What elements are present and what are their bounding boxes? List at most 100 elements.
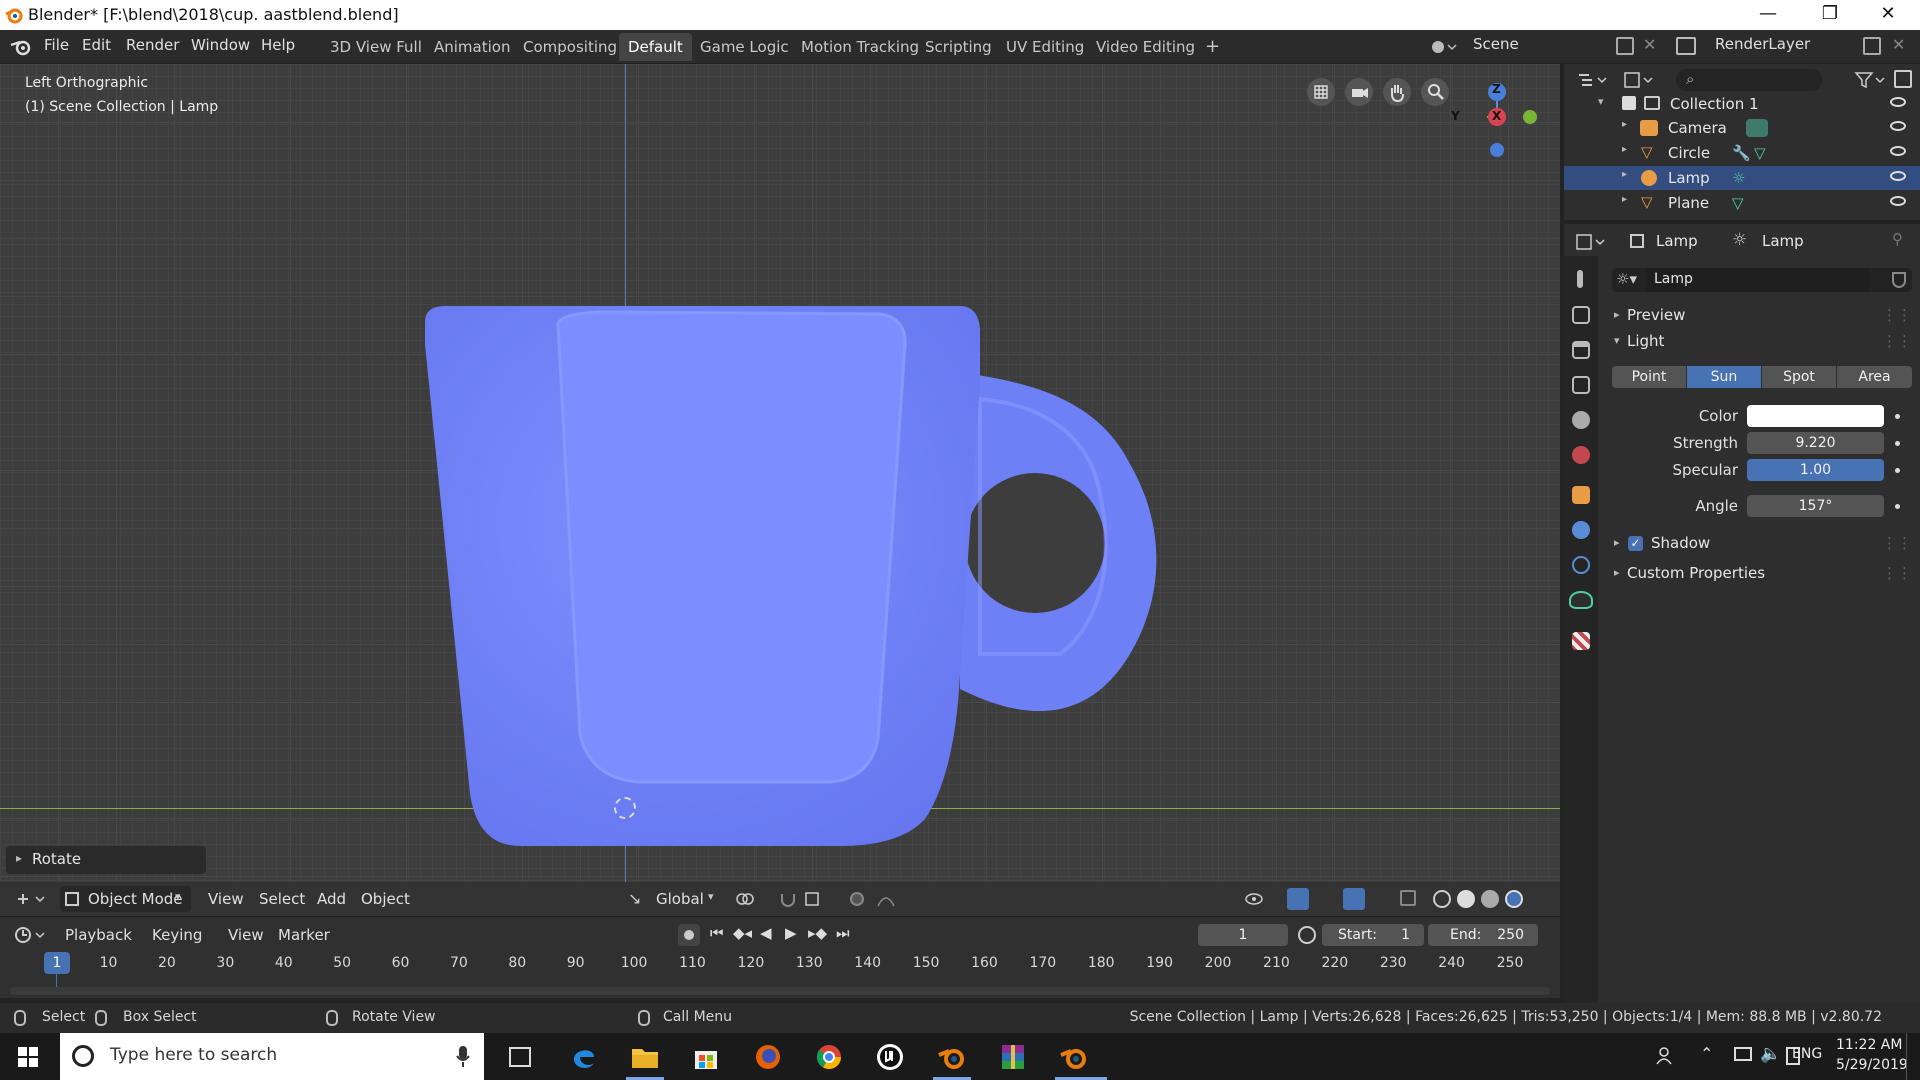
rendered-shading-icon[interactable] — [1505, 890, 1523, 908]
specular-slider[interactable]: 1.00 — [1747, 459, 1884, 481]
tab-motion-tracking[interactable]: Motion Tracking — [792, 33, 928, 61]
people-icon[interactable] — [1654, 1046, 1674, 1066]
menu-render[interactable]: Render — [126, 36, 179, 54]
new-render-layer-icon[interactable] — [1863, 37, 1881, 55]
chrome-icon[interactable] — [813, 1041, 845, 1073]
pan-hand-icon[interactable] — [1383, 78, 1411, 106]
new-scene-icon[interactable] — [1616, 37, 1634, 55]
winrar-icon[interactable] — [997, 1041, 1029, 1073]
outliner-item-plane[interactable]: ▸ ▽ Plane ▽ — [1564, 191, 1920, 215]
shadow-panel-header[interactable]: ▸ ✓ Shadow ⋮⋮ — [1600, 532, 1920, 556]
datablock-name-field[interactable]: Lamp — [1646, 268, 1870, 292]
taskbar-search-box[interactable]: Type here to search — [60, 1033, 484, 1080]
tab-compositing[interactable]: Compositing — [514, 33, 626, 61]
windows-start-icon[interactable] — [18, 1047, 38, 1067]
xray-toggle-icon[interactable] — [1400, 890, 1416, 906]
keyframe-dot-icon[interactable] — [1895, 441, 1900, 446]
strength-field[interactable]: 9.220 — [1747, 432, 1884, 454]
expand-arrow-icon[interactable]: ▸ — [1622, 144, 1627, 155]
scene-tab-icon[interactable] — [1572, 411, 1590, 429]
gizmo-toggle-icon[interactable] — [1287, 888, 1309, 910]
collection-row[interactable]: ▾ Collection 1 — [1564, 92, 1920, 116]
mode-dropdown[interactable]: Object Mode ▾ — [60, 886, 191, 912]
drag-handle-icon[interactable]: ⋮⋮ — [1882, 534, 1912, 552]
close-button[interactable]: ✕ — [1864, 0, 1912, 30]
eye-icon[interactable] — [1890, 196, 1906, 206]
light-type-spot[interactable]: Spot — [1762, 366, 1836, 388]
eye-icon[interactable] — [1890, 97, 1906, 107]
outliner-item-camera[interactable]: ▸ Camera — [1564, 116, 1920, 140]
keyframe-dot-icon[interactable] — [1895, 414, 1900, 419]
zoom-icon[interactable] — [1421, 78, 1449, 106]
color-swatch[interactable] — [1747, 405, 1884, 427]
render-tab-icon[interactable] — [1572, 306, 1590, 324]
visibility-icon[interactable] — [1244, 890, 1274, 908]
navigation-gizmo[interactable]: Z X — [1487, 78, 1560, 188]
keyframe-dot-icon[interactable] — [1895, 468, 1900, 473]
show-hidden-icons[interactable]: ⌃ — [1700, 1044, 1713, 1063]
custom-properties-panel-header[interactable]: ▸ Custom Properties ⋮⋮ — [1600, 562, 1920, 586]
fake-user-shield-icon[interactable] — [1892, 272, 1906, 288]
expand-arrow-icon[interactable]: ▸ — [1622, 169, 1627, 180]
view-layer-tab-icon[interactable] — [1572, 376, 1590, 394]
mesh-data-icon[interactable]: ▽ — [1732, 194, 1744, 212]
light-type-point[interactable]: Point — [1612, 366, 1686, 388]
object-tab-icon[interactable] — [1572, 486, 1590, 504]
preview-panel-header[interactable]: ▸ Preview ⋮⋮ — [1600, 304, 1920, 328]
output-tab-icon[interactable] — [1572, 341, 1590, 359]
snap-target-icon[interactable] — [804, 890, 834, 908]
grid-view-icon[interactable] — [1307, 78, 1335, 106]
minimize-button[interactable]: — — [1744, 0, 1792, 30]
tab-video-editing[interactable]: Video Editing — [1087, 33, 1204, 61]
eye-icon[interactable] — [1890, 146, 1906, 156]
properties-editor-type-icon[interactable] — [1574, 232, 1608, 252]
menu-file[interactable]: File — [44, 36, 69, 54]
light-datablock-field[interactable]: ☼▾ Lamp — [1612, 268, 1912, 292]
transform-orientation-dropdown[interactable]: ↘ Global ▾ — [626, 886, 722, 912]
3d-viewport[interactable]: Left Orthographic (1) Scene Collection |… — [0, 64, 1560, 916]
firefox-icon[interactable] — [752, 1041, 784, 1073]
snap-icon[interactable] — [778, 890, 798, 908]
display-mode-icon[interactable] — [1622, 70, 1656, 90]
camera-view-icon[interactable] — [1345, 78, 1373, 106]
blender-menu-icon[interactable] — [10, 37, 32, 57]
playhead-frame[interactable]: 1 — [44, 952, 70, 974]
drag-handle-icon[interactable]: ⋮⋮ — [1882, 564, 1912, 582]
volume-icon[interactable]: 🔈 — [1760, 1044, 1781, 1064]
camera-data-icon[interactable] — [1746, 119, 1768, 137]
blender-taskbar-icon[interactable] — [936, 1041, 968, 1073]
menu-window[interactable]: Window — [191, 36, 250, 54]
material-shading-icon[interactable] — [1481, 890, 1499, 908]
modifier-wrench-icon[interactable]: 🔧 — [1732, 144, 1751, 162]
tab-3d-view-full[interactable]: 3D View Full — [321, 33, 431, 61]
timeline-scrollbar[interactable] — [10, 987, 1550, 995]
expand-arrow-icon[interactable]: ▾ — [1598, 95, 1604, 108]
light-panel-header[interactable]: ▾ Light ⋮⋮ — [1600, 330, 1920, 354]
physics-tab-icon[interactable] — [1572, 521, 1590, 539]
light-data-tab-icon[interactable] — [1569, 591, 1593, 609]
task-view-icon[interactable] — [509, 1047, 531, 1067]
menu-edit[interactable]: Edit — [82, 36, 111, 54]
viewport-menu-view[interactable]: View — [208, 886, 244, 912]
outliner-item-lamp[interactable]: ▸ Lamp ☼ — [1564, 166, 1920, 190]
expand-arrow-icon[interactable]: ▸ — [1622, 119, 1627, 130]
delete-render-layer-icon[interactable]: ✕ — [1892, 35, 1905, 54]
angle-field[interactable]: 157° — [1747, 495, 1884, 517]
constraints-tab-icon[interactable] — [1572, 556, 1590, 574]
falloff-icon[interactable] — [876, 890, 910, 908]
checkbox-icon[interactable] — [1622, 96, 1636, 110]
solid-shading-icon[interactable] — [1457, 890, 1475, 908]
outliner-editor-type-icon[interactable] — [1576, 70, 1610, 90]
edge-icon[interactable] — [568, 1041, 600, 1073]
proportional-edit-icon[interactable] — [850, 892, 864, 906]
pivot-point-icon[interactable] — [734, 890, 764, 908]
scene-selector-icon[interactable] — [1428, 35, 1458, 59]
light-type-sun[interactable]: Sun — [1687, 366, 1761, 388]
outliner[interactable]: ⌕ ▾ Collection 1 ▸ Camera ▸ ▽ Circle 🔧 ▽… — [1564, 64, 1920, 220]
maximize-button[interactable]: ❐ — [1806, 0, 1854, 30]
filter-icon[interactable] — [1854, 70, 1888, 90]
texture-tab-icon[interactable] — [1572, 632, 1590, 650]
pin-icon[interactable]: ⚲ — [1892, 230, 1903, 248]
microphone-icon[interactable] — [456, 1046, 470, 1068]
outliner-search-input[interactable]: ⌕ — [1676, 69, 1822, 91]
